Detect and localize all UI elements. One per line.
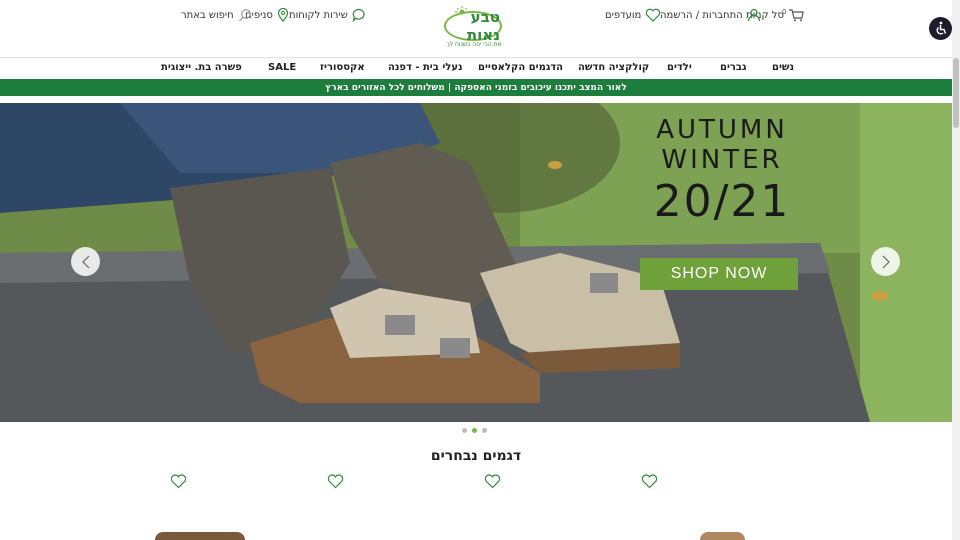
product-image-peek [700,532,745,540]
logo-oval: טבע נאות [444,8,502,44]
nav-item-new-collection[interactable]: קולקציה חדשה [578,62,649,73]
nav-item-accessories[interactable]: אקססוריז [320,62,365,73]
hero-line-3: 20/21 [653,176,791,227]
nav-item-class-action[interactable]: פשרה בת. ייצוגית [161,62,242,73]
shop-now-button[interactable]: SHOP NOW [640,258,798,290]
slider-prev-button[interactable] [71,247,100,276]
scrollbar-thumb[interactable] [953,58,959,128]
product-image-peek [155,532,245,540]
chevron-right-icon [882,255,890,268]
search-label: חיפוש באתר [181,9,234,21]
nav-item-kids[interactable]: ילדים [667,62,692,73]
slider-dot-1[interactable] [462,428,467,433]
favorites-label: מועדפים [605,9,642,21]
heart-icon [646,8,661,22]
slider-next-button[interactable] [871,247,900,276]
hero-slider: AUTUMN WINTER 20/21 SHOP NOW [0,103,952,422]
login-label: התחברות / הרשמה [660,9,743,21]
nav-item-slippers[interactable]: נעלי בית - דפנה [388,62,463,73]
hero-line-2: WINTER [661,145,783,175]
login-link[interactable]: התחברות / הרשמה [660,8,761,22]
cart-icon [788,9,804,22]
nav-item-women[interactable]: נשים [772,62,794,73]
customer-service-link[interactable]: שירות לקוחות [289,8,366,22]
search-icon [238,9,251,22]
wishlist-heart-icon[interactable] [641,474,658,489]
wheelchair-icon [936,21,947,35]
favorites-link[interactable]: מועדפים [605,8,661,22]
logo-tagline: את הכי יפה כשנוח לך [446,41,502,48]
site-search[interactable]: חיפוש באתר [181,8,252,22]
wishlist-heart-icon[interactable] [327,474,344,489]
featured-section-title: דגמים נבחרים [430,448,522,464]
chevron-left-icon [81,255,89,268]
shipping-notice-text: לאור המצב יתכנו עיכובים בזמני האספקה | מ… [325,82,627,93]
main-navigation: נשים גברים ילדים קולקציה חדשה הדגמים הקל… [0,59,952,79]
slider-pagination [462,428,487,433]
logo-text: טבע נאות [466,8,500,44]
shipping-notice-banner: לאור המצב יתכנו עיכובים בזמני האספקה | מ… [0,79,952,96]
site-logo[interactable]: טבע נאות את הכי יפה כשנוח לך [442,6,510,52]
accessibility-button[interactable] [929,17,952,40]
page-scrollbar[interactable] [952,0,960,540]
chat-bubble-icon [352,8,365,22]
hero-image [0,103,952,422]
user-icon [747,8,760,22]
nav-item-classic-models[interactable]: הדגמים הקלאסיים [478,62,563,73]
customer-service-label: שירות לקוחות [289,9,348,21]
nav-item-men[interactable]: גברים [720,62,747,73]
nav-item-sale[interactable]: SALE [268,62,296,73]
site-header: סל קניות 0 מועדפים התחברות / הרשמה טבע נ… [0,0,952,58]
wishlist-heart-icon[interactable] [484,474,501,489]
wishlist-heart-icon[interactable] [170,474,187,489]
location-pin-icon [277,8,288,22]
slider-dot-3[interactable] [482,428,487,433]
hero-line-1: AUTUMN [656,115,788,145]
hero-headline: AUTUMN WINTER 20/21 [652,115,792,229]
slider-dot-2[interactable] [472,428,477,433]
cart-count: 0 [782,8,787,16]
